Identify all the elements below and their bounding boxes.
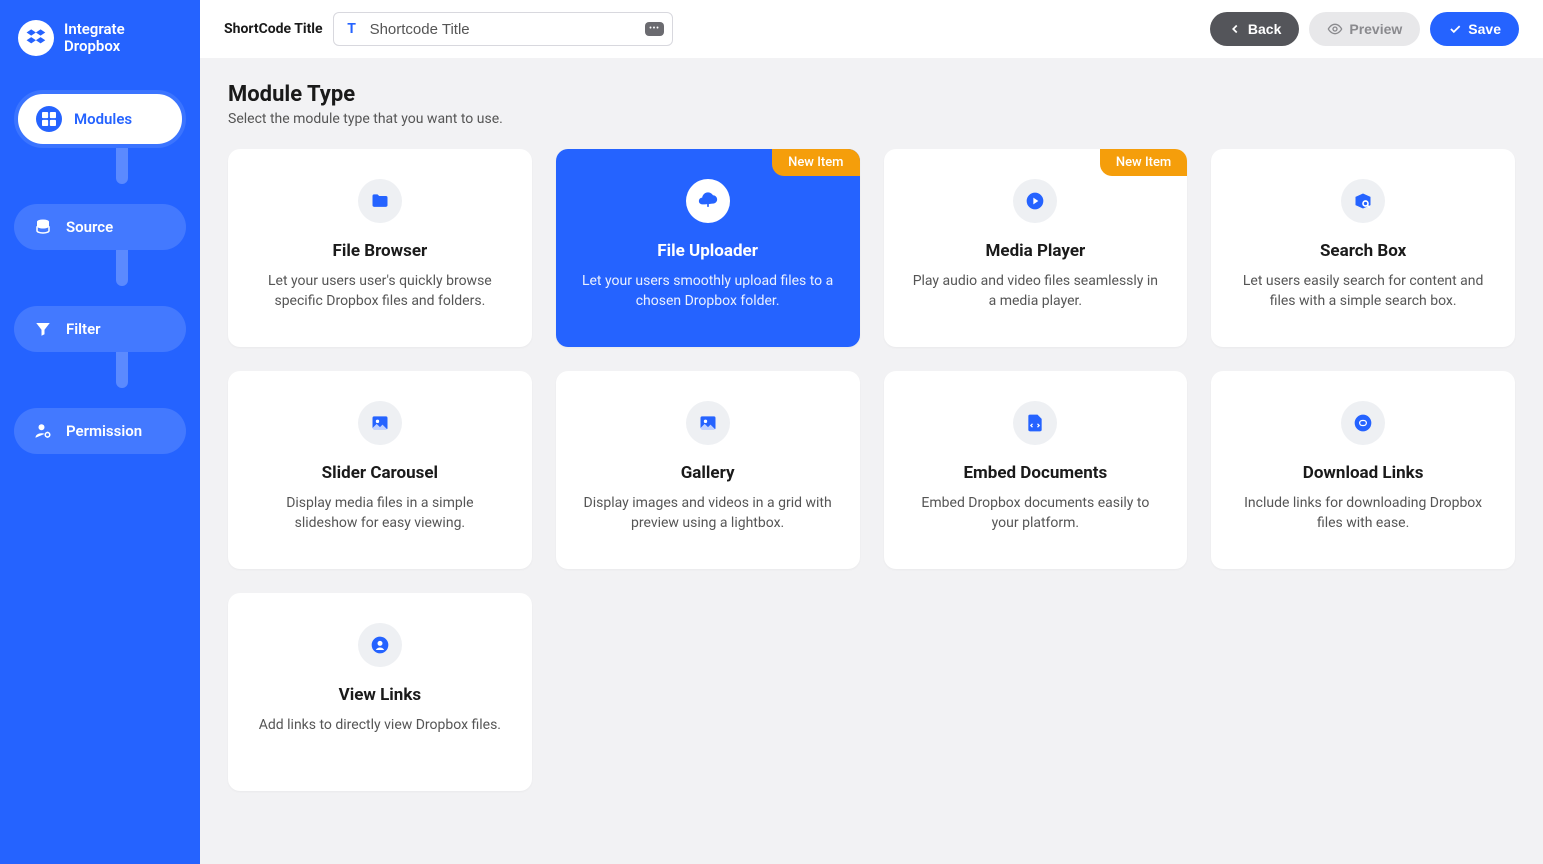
- new-item-badge: New Item: [1100, 149, 1187, 176]
- brand-logo: Integrate Dropbox: [14, 20, 186, 56]
- module-card-desc: Let users easily search for content and …: [1237, 271, 1489, 312]
- module-grid: File Browser Let your users user's quickl…: [228, 149, 1515, 791]
- module-card[interactable]: Search Box Let users easily search for co…: [1211, 149, 1515, 347]
- module-card-title: Search Box: [1320, 241, 1406, 261]
- section-subheading: Select the module type that you want to …: [228, 111, 1515, 127]
- save-button-label: Save: [1468, 21, 1501, 37]
- sidebar-connector: [14, 158, 186, 194]
- main-area: ShortCode Title T ••• Back Preview Save …: [200, 0, 1543, 864]
- download-link-icon: [1341, 401, 1385, 445]
- check-icon: [1448, 22, 1462, 36]
- new-item-badge: New Item: [772, 149, 859, 176]
- module-card-title: Embed Documents: [963, 463, 1107, 483]
- module-card[interactable]: File Browser Let your users user's quickl…: [228, 149, 532, 347]
- module-card[interactable]: New Item Media Player Play audio and video…: [884, 149, 1188, 347]
- module-card-desc: Add links to directly view Dropbox files…: [259, 715, 501, 735]
- funnel-icon: [32, 318, 54, 340]
- text-prefix-icon: T: [342, 19, 362, 39]
- sidebar-connector: [14, 260, 186, 296]
- module-card-desc: Play audio and video files seamlessly in…: [910, 271, 1162, 312]
- save-button[interactable]: Save: [1430, 12, 1519, 46]
- section-heading: Module Type: [228, 82, 1515, 107]
- sidebar-item-label: Source: [66, 218, 113, 236]
- grid-icon: [36, 106, 62, 132]
- module-card-desc: Let your users smoothly upload files to …: [582, 271, 834, 312]
- module-card[interactable]: View Links Add links to directly view Dro…: [228, 593, 532, 791]
- preview-button: Preview: [1309, 12, 1420, 46]
- content-area: Module Type Select the module type that …: [200, 58, 1543, 864]
- image-icon: [686, 401, 730, 445]
- preview-button-label: Preview: [1349, 21, 1402, 37]
- module-card-title: File Browser: [332, 241, 427, 261]
- module-card-title: Download Links: [1303, 463, 1424, 483]
- sidebar-item-label: Modules: [74, 110, 132, 128]
- sidebar-item-source[interactable]: Source: [14, 204, 186, 250]
- upload-icon: [686, 179, 730, 223]
- back-button-label: Back: [1248, 21, 1281, 37]
- module-card[interactable]: Slider Carousel Display media files in a …: [228, 371, 532, 569]
- module-card-desc: Display media files in a simple slidesho…: [254, 493, 506, 534]
- module-card-title: View Links: [339, 685, 422, 705]
- brand-name: Integrate Dropbox: [64, 21, 125, 56]
- module-card-title: Gallery: [681, 463, 735, 483]
- sidebar: Integrate Dropbox Modules Source Filter …: [0, 0, 200, 864]
- topbar: ShortCode Title T ••• Back Preview Save: [200, 0, 1543, 58]
- box-search-icon: [1341, 179, 1385, 223]
- back-button[interactable]: Back: [1210, 12, 1299, 46]
- folder-icon: [358, 179, 402, 223]
- chevron-left-icon: [1228, 22, 1242, 36]
- module-card-title: File Uploader: [657, 241, 758, 261]
- sidebar-item-filter[interactable]: Filter: [14, 306, 186, 352]
- sidebar-item-modules[interactable]: Modules: [14, 90, 186, 148]
- shortcode-title-label: ShortCode Title: [224, 21, 323, 37]
- dropbox-icon: [25, 27, 47, 49]
- user-cog-icon: [32, 420, 54, 442]
- module-card[interactable]: Download Links Include links for download…: [1211, 371, 1515, 569]
- view-link-icon: [358, 623, 402, 667]
- brand-logo-icon: [18, 20, 54, 56]
- module-card-title: Media Player: [986, 241, 1086, 261]
- section-header: Module Type Select the module type that …: [228, 82, 1515, 127]
- database-icon: [32, 216, 54, 238]
- image-icon: [358, 401, 402, 445]
- module-card[interactable]: Embed Documents Embed Dropbox documents e…: [884, 371, 1188, 569]
- keyboard-hint-icon: •••: [645, 22, 664, 36]
- module-card-desc: Display images and videos in a grid with…: [582, 493, 834, 534]
- sidebar-item-label: Filter: [66, 320, 101, 338]
- module-card-desc: Let your users user's quickly browse spe…: [254, 271, 506, 312]
- module-card-desc: Include links for downloading Dropbox fi…: [1237, 493, 1489, 534]
- shortcode-title-input[interactable]: [370, 21, 645, 38]
- shortcode-title-field[interactable]: T •••: [333, 12, 673, 46]
- module-card[interactable]: New Item File Uploader Let your users smoo…: [556, 149, 860, 347]
- sidebar-item-label: Permission: [66, 422, 142, 440]
- module-card[interactable]: Gallery Display images and videos in a gr…: [556, 371, 860, 569]
- module-card-title: Slider Carousel: [322, 463, 438, 483]
- eye-icon: [1327, 21, 1343, 37]
- sidebar-item-permission[interactable]: Permission: [14, 408, 186, 454]
- code-file-icon: [1013, 401, 1057, 445]
- module-card-desc: Embed Dropbox documents easily to your p…: [910, 493, 1162, 534]
- play-icon: [1013, 179, 1057, 223]
- sidebar-connector: [14, 362, 186, 398]
